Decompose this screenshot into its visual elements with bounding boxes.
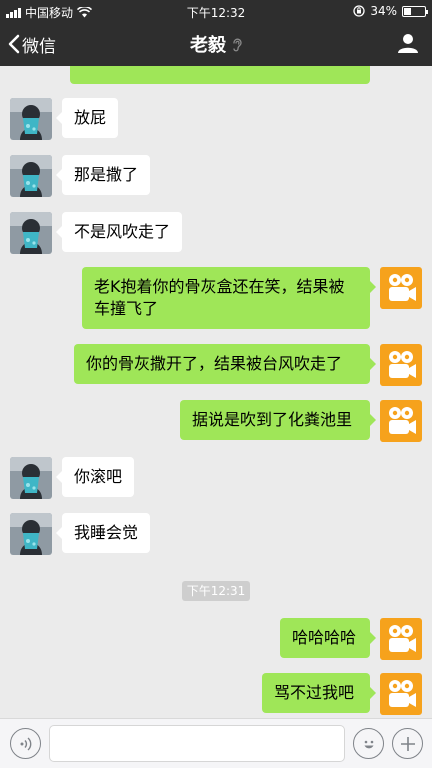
own-avatar-image xyxy=(380,673,422,715)
outgoing-message-bubble[interactable]: 哈哈哈哈 xyxy=(280,618,376,658)
outgoing-message-bubble[interactable]: 你的骨灰撒开了，结果被台风吹走了 xyxy=(74,344,376,384)
contact-avatar-image xyxy=(10,513,52,555)
incoming-message-bubble[interactable]: 不是风吹走了 xyxy=(56,212,182,252)
own-avatar-image xyxy=(380,344,422,386)
more-button[interactable] xyxy=(392,728,423,759)
rotation-lock-icon xyxy=(353,5,365,17)
own-avatar-image xyxy=(380,400,422,442)
nav-bar: 微信 老毅 xyxy=(0,22,432,66)
contact-avatar[interactable] xyxy=(10,155,52,197)
own-avatar-image xyxy=(380,267,422,309)
outgoing-message-bubble[interactable]: 老K抱着你的骨灰盒还在笑，结果被车撞飞了 xyxy=(82,267,376,329)
contact-avatar-image xyxy=(10,212,52,254)
input-bar xyxy=(0,718,432,768)
own-avatar[interactable] xyxy=(380,618,422,660)
battery-percent: 34% xyxy=(370,4,397,18)
own-avatar[interactable] xyxy=(380,673,422,715)
person-icon xyxy=(398,34,418,53)
smiley-icon xyxy=(364,740,373,748)
ear-icon xyxy=(233,38,242,51)
incoming-message-bubble[interactable]: 那是撒了 xyxy=(56,155,150,195)
outgoing-message-bubble[interactable]: 据说是吹到了化粪池里 xyxy=(180,400,376,440)
voice-button[interactable] xyxy=(10,728,41,759)
contact-avatar-image xyxy=(10,98,52,140)
status-bar: 中国移动 下午12:32 34% xyxy=(0,0,432,22)
outgoing-message-bubble[interactable] xyxy=(70,66,370,84)
plus-icon xyxy=(400,736,415,751)
contact-avatar[interactable] xyxy=(10,513,52,555)
chat-area[interactable]: 下午12:31 放屁 那是撒了 不是风吹走了 老K抱着你的骨灰盒还在笑，结果被车… xyxy=(0,66,432,718)
contact-avatar[interactable] xyxy=(10,98,52,140)
own-avatar[interactable] xyxy=(380,400,422,442)
emoji-button[interactable] xyxy=(353,728,384,759)
message-input[interactable] xyxy=(49,725,345,762)
battery-icon xyxy=(402,5,428,17)
chat-title: 老毅 xyxy=(0,22,432,66)
profile-button[interactable] xyxy=(396,31,420,59)
contact-avatar[interactable] xyxy=(10,457,52,499)
voice-icon xyxy=(20,736,31,751)
contact-avatar-image xyxy=(10,155,52,197)
incoming-message-bubble[interactable]: 我睡会觉 xyxy=(56,513,150,553)
own-avatar[interactable] xyxy=(380,344,422,386)
chat-timestamp: 下午12:31 xyxy=(182,581,250,601)
own-avatar-image xyxy=(380,618,422,660)
own-avatar[interactable] xyxy=(380,267,422,309)
contact-avatar-image xyxy=(10,457,52,499)
outgoing-message-bubble[interactable]: 骂不过我吧 xyxy=(262,673,376,713)
contact-name: 老毅 xyxy=(190,35,226,56)
contact-avatar[interactable] xyxy=(10,212,52,254)
incoming-message-bubble[interactable]: 你滚吧 xyxy=(56,457,134,497)
incoming-message-bubble[interactable]: 放屁 xyxy=(56,98,118,138)
